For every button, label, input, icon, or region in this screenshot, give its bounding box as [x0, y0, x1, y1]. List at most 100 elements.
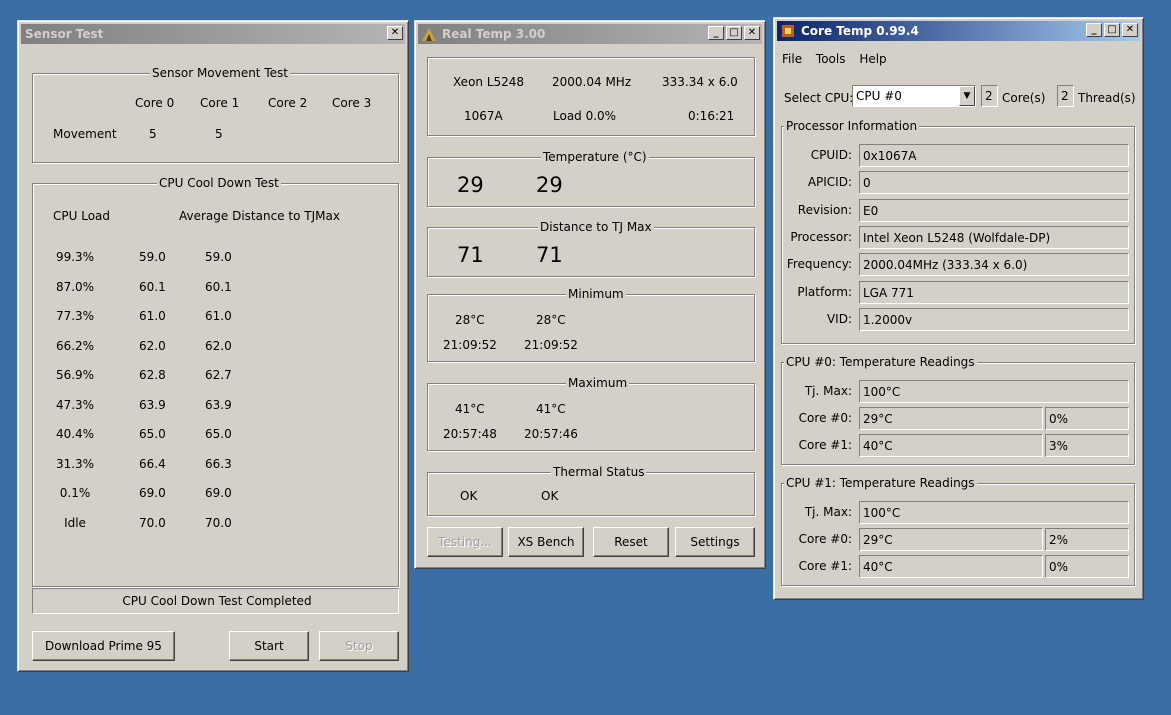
settings-button[interactable]: Settings — [675, 527, 755, 557]
close-button[interactable]: ✕ — [744, 26, 760, 40]
max-time: 20:57:48 — [443, 427, 497, 441]
core-load-value: 3% — [1045, 434, 1129, 457]
min-temp: 28°C — [455, 313, 485, 327]
min-temp: 28°C — [536, 313, 566, 327]
chevron-down-icon[interactable]: ▼ — [959, 86, 975, 106]
tjmax-label: Tj. Max: — [804, 505, 852, 519]
cpu-info-panel: Xeon L5248 2000.04 MHz 333.34 x 6.0 1067… — [427, 57, 755, 136]
cpu-load-cell: 87.0% — [55, 279, 95, 294]
core-temp-titlebar[interactable]: Core Temp 0.99.4 _ □ ✕ — [777, 21, 1140, 41]
core-count-value: 2 — [985, 89, 993, 103]
distance-cell: 66.3 — [205, 456, 232, 471]
menu-help[interactable]: Help — [859, 52, 886, 66]
cpu0-temperature-group: CPU #0: Temperature Readings Tj. Max: 10… — [781, 355, 1135, 465]
avg-distance-header: Average Distance to TJMax — [179, 209, 340, 223]
core-header: Core 1 — [200, 96, 240, 110]
cpu-frequency: 2000.04 MHz — [552, 75, 632, 89]
core-header: Core 2 — [268, 96, 308, 110]
stop-button[interactable]: Stop — [319, 631, 399, 661]
status-text: CPU Cool Down Test Completed — [122, 594, 312, 608]
group-label: Maximum — [566, 376, 630, 390]
core-temp-value: 29°C — [859, 528, 1043, 551]
min-time: 21:09:52 — [443, 338, 497, 352]
cores-label: Core(s) — [1002, 91, 1046, 105]
window-title: Core Temp 0.99.4 — [801, 24, 919, 38]
distance-cell: 59.0 — [205, 250, 232, 264]
cooldown-group: CPU Cool Down Test CPU Load Average Dist… — [32, 176, 399, 587]
distance-cell: 70.0 — [205, 515, 232, 530]
close-button[interactable]: ✕ — [1122, 23, 1138, 37]
tjmax-value: 100°C — [859, 380, 1129, 403]
close-button[interactable]: ✕ — [387, 26, 403, 40]
thread-count-value: 2 — [1061, 89, 1069, 103]
real-temp-app-icon — [421, 26, 437, 42]
core-load-value: 0% — [1045, 555, 1129, 578]
testing-button[interactable]: Testing... — [427, 527, 503, 557]
xs-bench-button[interactable]: XS Bench — [508, 527, 584, 557]
cpu-load-cell: 47.3% — [55, 397, 95, 412]
core-label: Core #0: — [798, 411, 852, 425]
movement-value: 5 — [149, 127, 157, 141]
cpu-name: Xeon L5248 — [453, 75, 525, 89]
minimize-button[interactable]: _ — [708, 26, 724, 40]
reset-button[interactable]: Reset — [593, 527, 669, 557]
group-label: Distance to TJ Max — [538, 220, 654, 234]
menu-file[interactable]: File — [782, 52, 802, 66]
cpu-load-cell: 31.3% — [55, 456, 95, 471]
processor-info-value: 0x1067A — [859, 144, 1129, 167]
core-label: Core #1: — [798, 559, 852, 573]
core-load-value: 2% — [1045, 528, 1129, 551]
maximum-group: Maximum 41°C 41°C 20:57:48 20:57:46 — [427, 376, 755, 451]
min-time: 21:09:52 — [524, 338, 578, 352]
processor-info-label: Revision: — [797, 202, 852, 217]
maximize-button[interactable]: □ — [1104, 23, 1120, 37]
tjmax-value: 100°C — [859, 501, 1129, 524]
processor-info-group: Processor Information CPUID: 0x1067A APICI… — [781, 119, 1135, 344]
distance-cell: 63.9 — [139, 397, 166, 412]
thermal-status-group: Thermal Status OK OK — [427, 465, 755, 516]
core-temp-value: 40°C — [859, 555, 1043, 578]
cpu-load-cell: 66.2% — [55, 338, 95, 353]
core0-temp: 29 — [457, 173, 484, 197]
core-header: Core 0 — [135, 96, 175, 110]
max-time: 20:57:46 — [524, 427, 578, 441]
core1-distance: 71 — [536, 243, 563, 267]
uptime: 0:16:21 — [688, 109, 735, 123]
download-prime95-button[interactable]: Download Prime 95 — [32, 631, 175, 661]
group-label: Thermal Status — [551, 465, 647, 479]
cpu-load-cell: 40.4% — [55, 427, 95, 441]
distance-cell: 62.7 — [205, 368, 232, 382]
processor-info-label: VID: — [826, 311, 852, 326]
maximize-button[interactable]: □ — [726, 26, 742, 40]
max-temp: 41°C — [455, 402, 485, 416]
distance-cell: 61.0 — [139, 309, 166, 323]
minimum-group: Minimum 28°C 28°C 21:09:52 21:09:52 — [427, 287, 755, 362]
start-button[interactable]: Start — [229, 631, 309, 661]
processor-info-label: Processor: — [790, 229, 852, 244]
minimize-button[interactable]: _ — [1086, 23, 1102, 37]
processor-info-label: APICID: — [807, 175, 852, 190]
sensor-test-titlebar[interactable]: Sensor Test ✕ — [21, 24, 405, 44]
core-label: Core #1: — [798, 438, 852, 452]
menu-tools[interactable]: Tools — [816, 52, 846, 66]
distance-cell: 62.0 — [205, 338, 232, 353]
cpu-load-cell: 99.3% — [55, 250, 95, 264]
distance-cell: 60.1 — [139, 279, 166, 294]
tjmax-text: 100°C — [863, 385, 901, 399]
window-title: Sensor Test — [25, 27, 104, 41]
group-label: CPU Cool Down Test — [157, 176, 281, 190]
core0-distance: 71 — [457, 243, 484, 267]
core-temp-window: Core Temp 0.99.4 _ □ ✕ File Tools Help S… — [773, 17, 1144, 600]
core-header: Core 3 — [332, 96, 372, 110]
distance-cell: 69.0 — [205, 486, 232, 500]
core-temp-value: 40°C — [859, 434, 1043, 457]
cpu-load-cell: 0.1% — [59, 486, 91, 500]
real-temp-titlebar[interactable]: Real Temp 3.00 _ □ ✕ — [418, 24, 762, 44]
cpu-load: Load 0.0% — [553, 109, 617, 123]
processor-info-value: 2000.04MHz (333.34 x 6.0) — [859, 253, 1129, 277]
select-cpu-dropdown[interactable]: CPU #0 ▼ — [852, 85, 976, 107]
group-label: Sensor Movement Test — [150, 66, 290, 80]
distance-cell: 70.0 — [139, 515, 166, 530]
distance-cell: 59.0 — [139, 250, 166, 264]
group-label: Minimum — [566, 287, 626, 301]
